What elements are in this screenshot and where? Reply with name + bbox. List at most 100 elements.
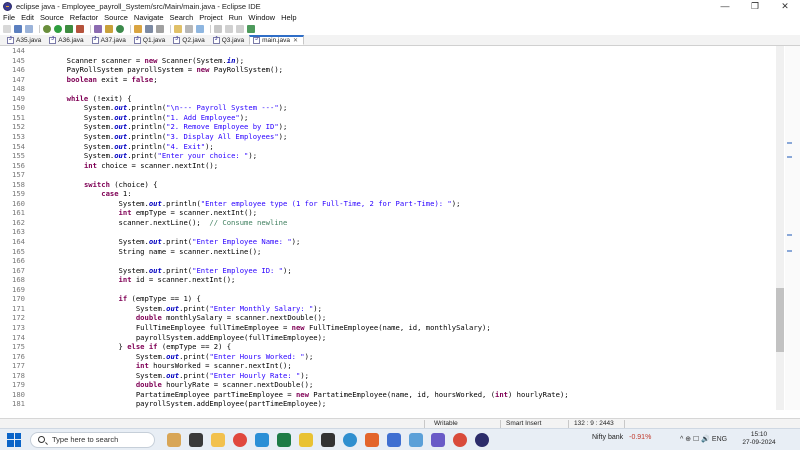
code-line[interactable]: 153 System.out.println("3. Display All E… [0,132,780,141]
code-line[interactable]: 175 } else if (empType == 2) { [0,342,780,351]
code-line[interactable]: 180 PartatimeEmployee partTimeEmployee =… [0,390,780,399]
code-line[interactable]: 165 String name = scanner.nextLine(); [0,247,780,256]
menu-source[interactable]: Source [40,13,64,22]
code-line[interactable]: 177 int hoursWorked = scanner.nextInt(); [0,361,780,370]
chrome-profile-icon[interactable] [453,432,467,447]
tab-q1[interactable]: Q1.java [131,35,170,45]
close-tab-icon[interactable]: ✕ [293,37,298,44]
task-icon[interactable] [156,25,164,33]
overview-marker[interactable] [787,234,792,236]
terminal-icon[interactable] [247,25,255,33]
overview-ruler[interactable] [785,46,800,410]
vscode-icon[interactable] [255,432,269,447]
code-line[interactable]: 163 [0,227,780,236]
menu-window[interactable]: Window [248,13,275,22]
save-all-icon[interactable] [25,25,33,33]
code-line[interactable]: 158 switch (choice) { [0,180,780,189]
menu-source-2[interactable]: Source [104,13,128,22]
vertical-scrollbar[interactable] [776,46,784,410]
code-line[interactable]: 169 [0,285,780,294]
code-line[interactable]: 164 System.out.print("Enter Employee Nam… [0,237,780,246]
photos-icon[interactable] [409,432,423,447]
code-line[interactable]: 145 Scanner scanner = new Scanner(System… [0,56,780,65]
menu-navigate[interactable]: Navigate [134,13,164,22]
open-type-icon[interactable] [134,25,142,33]
menu-help[interactable]: Help [281,13,296,22]
tab-q3[interactable]: Q3.java [210,35,249,45]
toggle-mark-icon[interactable] [196,25,204,33]
search-icon[interactable] [145,25,153,33]
menu-refactor[interactable]: Refactor [70,13,98,22]
code-line[interactable]: 172 double monthlySalary = scanner.nextD… [0,313,780,322]
taskbar-search-box[interactable]: Type here to search [30,431,155,448]
close-button[interactable]: ✕ [770,0,800,12]
forward-icon[interactable] [236,25,244,33]
code-line[interactable]: 181 payrollSystem.addEmployee(partTimeEm… [0,399,780,408]
stock-ticker[interactable]: Nifty bank -0.91% [592,434,651,441]
new-class-icon[interactable] [116,25,124,33]
code-editor[interactable]: 144 145 Scanner scanner = new Scanner(Sys… [0,46,800,410]
code-line[interactable]: 144 [0,46,780,55]
code-line[interactable]: 168 int id = scanner.nextInt(); [0,275,780,284]
code-line[interactable]: 178 System.out.print("Enter Hourly Rate:… [0,371,780,380]
tab-main[interactable]: main.java✕ [249,35,304,45]
code-line[interactable]: 147 boolean exit = false; [0,75,780,84]
overview-marker[interactable] [787,250,792,252]
status-insert-mode[interactable]: Smart Insert [506,420,541,427]
new-java-project-icon[interactable] [94,25,102,33]
menu-file[interactable]: File [3,13,15,22]
menu-project[interactable]: Project [199,13,222,22]
tab-a36[interactable]: A36.java [46,35,88,45]
teams-icon[interactable] [431,432,445,447]
code-line[interactable]: 159 case 1: [0,189,780,198]
code-line[interactable]: 171 System.out.print("Enter Monthly Sala… [0,304,780,313]
code-line[interactable]: 157 [0,170,780,179]
code-line[interactable]: 162 scanner.nextLine(); // Consume newli… [0,218,780,227]
code-line[interactable]: 150 System.out.println("\n--- Payroll Sy… [0,103,780,112]
coverage-icon[interactable] [65,25,73,33]
store-icon[interactable] [387,432,401,447]
terminal-app-icon[interactable] [321,432,335,447]
menu-run[interactable]: Run [229,13,243,22]
next-annotation-icon[interactable] [214,25,222,33]
code-line[interactable]: 149 while (!exit) { [0,94,780,103]
code-line[interactable]: 151 System.out.println("1. Add Employee"… [0,113,780,122]
windows-start-button[interactable] [7,432,21,447]
new-icon[interactable] [3,25,11,33]
code-line[interactable]: 155 System.out.print("Enter your choice:… [0,151,780,160]
file-explorer-icon[interactable] [211,432,225,447]
code-line[interactable]: 152 System.out.println("2. Remove Employ… [0,122,780,131]
chrome-icon[interactable] [233,432,247,447]
code-line[interactable]: 166 [0,256,780,265]
scrollbar-thumb[interactable] [776,288,784,352]
office-icon[interactable] [365,432,379,447]
code-line[interactable]: 174 payrollSystem.addEmployee(fullTimeEm… [0,333,780,342]
sticky-notes-icon[interactable] [299,432,313,447]
code-line[interactable]: 146 PayRollSystem payrollSystem = new Pa… [0,65,780,74]
tab-q2[interactable]: Q2.java [170,35,209,45]
code-line[interactable]: 179 double hourlyRate = scanner.nextDoub… [0,380,780,389]
save-icon[interactable] [14,25,22,33]
code-line[interactable]: 148 [0,84,780,93]
overview-marker[interactable] [787,156,792,158]
minimize-button[interactable]: — [710,0,740,12]
external-tools-icon[interactable] [76,25,84,33]
tab-a35[interactable]: A35.java [4,35,46,45]
run-icon[interactable] [54,25,62,33]
overview-marker[interactable] [787,142,792,144]
restore-button[interactable]: ❐ [740,0,770,12]
code-line[interactable]: 170 if (empType == 1) { [0,294,780,303]
code-line[interactable]: 176 System.out.print("Enter Hours Worked… [0,352,780,361]
widgets-icon[interactable] [167,432,181,447]
task-view-icon[interactable] [189,432,203,447]
eclipse-taskbar-icon[interactable] [475,432,489,447]
back-icon[interactable] [225,25,233,33]
code-line[interactable]: 154 System.out.println("4. Exit"); [0,142,780,151]
excel-icon[interactable] [277,432,291,447]
code-line[interactable]: 161 int empType = scanner.nextInt(); [0,208,780,217]
menu-search[interactable]: Search [170,13,194,22]
new-package-icon[interactable] [105,25,113,33]
code-line[interactable]: 173 FullTimeEmployee fullTimeEmployee = … [0,323,780,332]
code-line[interactable]: 160 System.out.println("Enter employee t… [0,199,780,208]
code-line[interactable]: 167 System.out.print("Enter Employee ID:… [0,266,780,275]
